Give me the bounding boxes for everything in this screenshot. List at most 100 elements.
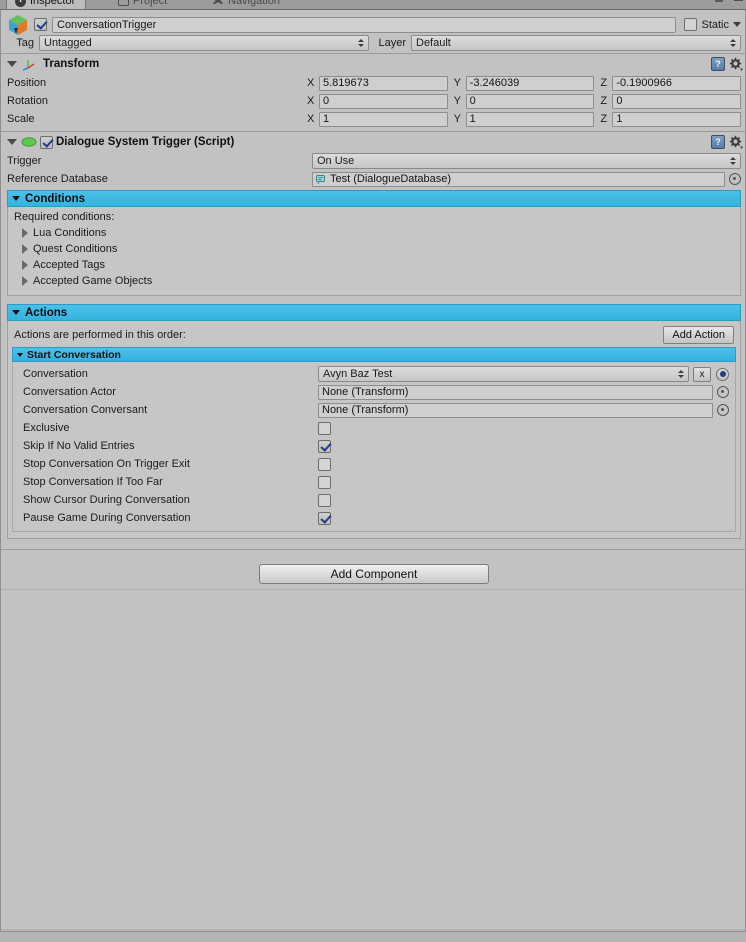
toggle-row-exclusive: Exclusive (13, 419, 735, 437)
clear-conversation-button[interactable]: x (693, 366, 711, 382)
actions-title: Actions (25, 306, 68, 319)
exclusive-checkbox[interactable] (318, 421, 331, 435)
actions-foldout-icon[interactable] (12, 310, 20, 315)
conversation-conversant-field[interactable]: None (Transform) (318, 402, 713, 418)
pause-game-during-conversation-checkbox[interactable] (318, 511, 331, 525)
transform-position-row: Position X 5.819673 Y -3.246039 Z -0.190… (1, 74, 745, 92)
start-conversation-header[interactable]: Start Conversation (12, 347, 736, 362)
start-conversation-body: Conversation Avyn Baz Test x Conversatio… (12, 362, 736, 532)
navigation-icon (213, 0, 224, 6)
static-checkbox[interactable] (684, 18, 698, 31)
stop-conversation-if-too-far-checkbox[interactable] (318, 475, 331, 489)
axis-label-z: Z (600, 113, 608, 125)
actions-section-header[interactable]: Actions (7, 304, 741, 321)
tab-project[interactable]: Project (110, 0, 177, 9)
toggle-label: Stop Conversation On Trigger Exit (23, 458, 190, 470)
static-dropdown-icon[interactable] (733, 22, 741, 27)
foldout-accepted-tags[interactable]: Accepted Tags (14, 257, 734, 273)
trigger-dropdown[interactable]: On Use (312, 153, 741, 169)
chevron-right-icon[interactable] (22, 228, 28, 238)
actions-order-row: Actions are performed in this order: Add… (12, 325, 736, 345)
rotation-x-field[interactable]: 0 (319, 93, 448, 109)
conversation-picker-radio[interactable] (716, 367, 729, 381)
gear-icon[interactable] (729, 57, 743, 71)
conditions-section-header[interactable]: Conditions (7, 190, 741, 207)
help-icon[interactable] (711, 57, 725, 71)
foldout-quest-conditions[interactable]: Quest Conditions (14, 241, 734, 257)
lock-icon[interactable] (715, 0, 723, 2)
tab-inspector[interactable]: Inspector (6, 0, 87, 9)
layer-dropdown[interactable]: Default (411, 34, 741, 51)
layer-label: Layer (378, 36, 406, 49)
trigger-row: Trigger On Use (1, 152, 745, 170)
conversation-actor-label: Conversation Actor (23, 386, 116, 398)
inspector-panel: ConversationTrigger Static Tag Untagged … (1, 10, 745, 929)
rotation-label: Rotation (7, 95, 48, 107)
tab-navigation[interactable]: Navigation (205, 0, 290, 9)
foldout-accepted-game-objects[interactable]: Accepted Game Objects (14, 273, 734, 289)
add-action-button[interactable]: Add Action (663, 326, 734, 344)
object-picker-icon[interactable] (729, 173, 741, 185)
transform-component: Transform ? Position X 5.819673 Y -3.246… (1, 54, 745, 132)
position-y-field[interactable]: -3.246039 (465, 75, 595, 91)
gameobject-name-field[interactable]: ConversationTrigger (52, 16, 677, 33)
folder-icon (118, 0, 129, 6)
transform-header[interactable]: Transform (1, 54, 745, 74)
scale-z-field[interactable]: 1 (612, 111, 742, 127)
trigger-value: On Use (317, 155, 355, 167)
help-icon[interactable] (711, 135, 725, 149)
trigger-label: Trigger (7, 155, 42, 167)
chevron-right-icon[interactable] (22, 276, 28, 286)
object-picker-icon[interactable] (717, 404, 729, 416)
start-conversation-foldout-icon[interactable] (17, 352, 23, 357)
conversation-conversant-label: Conversation Conversant (23, 404, 148, 416)
static-label: Static (701, 18, 729, 31)
object-picker-icon[interactable] (717, 386, 729, 398)
reference-database-row: Reference Database Test (DialogueDatabas… (1, 170, 745, 188)
toggle-label: Stop Conversation If Too Far (23, 476, 163, 488)
inspector-window: ConversationTrigger Static Tag Untagged … (0, 10, 746, 932)
foldout-label: Lua Conditions (33, 227, 107, 239)
required-conditions-label: Required conditions: (14, 211, 115, 223)
chevron-right-icon[interactable] (22, 260, 28, 270)
conversation-row: Conversation Avyn Baz Test x (13, 365, 735, 383)
axis-label-y: Y (453, 95, 462, 107)
conditions-foldout-icon[interactable] (12, 196, 20, 201)
gameobject-header: ConversationTrigger Static (1, 10, 745, 36)
add-component-button[interactable]: Add Component (259, 564, 489, 584)
stop-conversation-on-trigger-exit-checkbox[interactable] (318, 457, 331, 471)
dialogue-system-trigger-component: Dialogue System Trigger (Script) ? Trigg… (1, 132, 745, 549)
axis-label-x: X (307, 113, 315, 125)
transform-title: Transform (43, 58, 100, 70)
foldout-lua-conditions[interactable]: Lua Conditions (14, 225, 734, 241)
tag-dropdown[interactable]: Untagged (39, 34, 369, 51)
rotation-z-field[interactable]: 0 (612, 93, 742, 109)
position-x-field[interactable]: 5.819673 (319, 75, 448, 91)
skip-if-no-valid-entries-checkbox[interactable] (318, 439, 331, 453)
position-label: Position (7, 77, 47, 89)
dialogue-trigger-enabled-checkbox[interactable] (40, 135, 53, 149)
rotation-y-field[interactable]: 0 (465, 93, 595, 109)
dialogue-database-icon (316, 174, 327, 184)
toggle-row-stop-conversation-if-too-far: Stop Conversation If Too Far (13, 473, 735, 491)
gear-icon[interactable] (729, 135, 743, 149)
chevron-right-icon[interactable] (22, 244, 28, 254)
scale-y-field[interactable]: 1 (465, 111, 595, 127)
reference-database-field[interactable]: Test (DialogueDatabase) (312, 171, 725, 187)
scale-x-field[interactable]: 1 (319, 111, 448, 127)
tab-inspector-label: Inspector (30, 0, 76, 7)
transform-foldout-icon[interactable] (7, 61, 17, 67)
conversation-actor-field[interactable]: None (Transform) (318, 384, 713, 400)
position-z-field[interactable]: -0.1900966 (612, 75, 742, 91)
conditions-body: Required conditions: Lua Conditions Ques… (7, 207, 741, 296)
kebab-menu-icon[interactable] (727, 0, 743, 1)
dialogue-trigger-header[interactable]: Dialogue System Trigger (Script) (1, 132, 745, 152)
tag-value: Untagged (44, 36, 92, 49)
gameobject-enabled-checkbox[interactable] (34, 18, 47, 31)
conditions-title: Conditions (25, 192, 86, 205)
dialogue-trigger-foldout-icon[interactable] (7, 139, 17, 145)
prefab-cube-icon (7, 14, 29, 36)
toggle-row-show-cursor-during-conversation: Show Cursor During Conversation (13, 491, 735, 509)
show-cursor-during-conversation-checkbox[interactable] (318, 493, 331, 507)
conversation-dropdown[interactable]: Avyn Baz Test (318, 366, 689, 382)
